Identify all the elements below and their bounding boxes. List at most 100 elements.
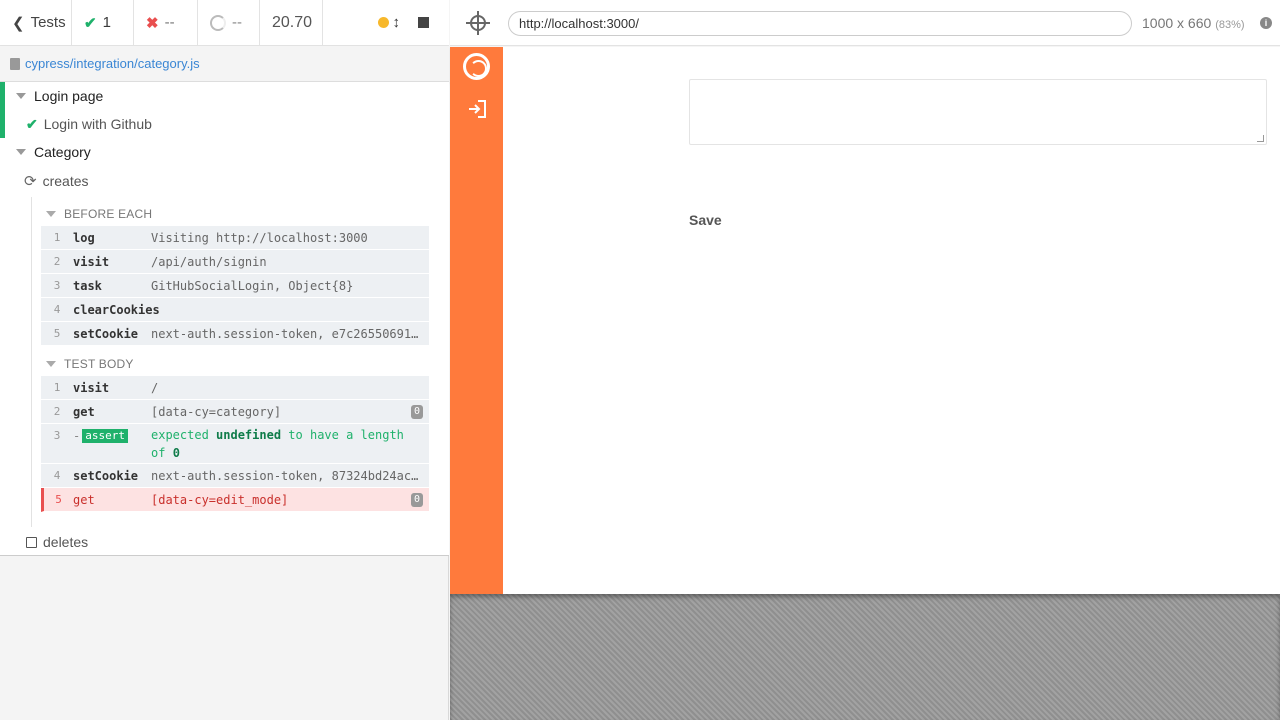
test-deletes[interactable]: deletes <box>26 528 88 556</box>
stats-bar: ❮ Tests ✔ 1 ✖ -- -- 20.70 ↕ <box>0 0 449 46</box>
command-number: 5 <box>55 493 62 506</box>
command-name: get <box>73 492 95 507</box>
command-message: / <box>151 380 159 395</box>
pending-number: -- <box>232 14 242 31</box>
command-number: 4 <box>53 469 61 482</box>
command-number: 1 <box>53 231 61 244</box>
command-name: setCookie <box>73 468 139 483</box>
suite-title: Login page <box>34 88 104 104</box>
caret-down-icon <box>16 93 26 99</box>
element-count-badge: 0 <box>410 404 423 419</box>
test-creates[interactable]: ⟳ creates <box>24 167 89 195</box>
pending-count: -- <box>198 0 260 45</box>
info-icon[interactable]: i <box>1260 17 1272 29</box>
test-title: creates <box>42 173 89 189</box>
passed-number: 1 <box>102 14 111 31</box>
command-row[interactable]: 2 get [data-cy=category] 0 <box>41 400 429 424</box>
running-dot-icon <box>377 17 389 28</box>
duration: 20.70 <box>260 0 323 45</box>
viewport-scale: (83%) <box>1215 19 1245 31</box>
file-icon <box>10 57 20 70</box>
save-button[interactable]: Save <box>689 212 722 228</box>
run-controls: ↕ <box>323 0 449 45</box>
app-textarea[interactable] <box>689 79 1267 145</box>
suite-pass-bar <box>0 82 5 138</box>
failed-number: -- <box>164 14 175 31</box>
test-login-with-github[interactable]: ✔ Login with Github <box>26 110 152 138</box>
command-message: next-auth.session-token, 87324bd24ac… <box>151 468 419 483</box>
command-row[interactable]: 4 clearCookies <box>41 298 429 322</box>
hook-title: BEFORE EACH <box>64 207 153 221</box>
failed-count: ✖ -- <box>134 0 198 45</box>
auto-scroll-toggle[interactable]: ↕ <box>377 14 401 31</box>
command-message: next-auth.session-token, e7c26550691… <box>151 326 419 341</box>
command-row[interactable]: 5 setCookie next-auth.session-token, e7c… <box>41 322 429 346</box>
command-message: [data-cy=category] <box>151 404 282 419</box>
passed-count: ✔ 1 <box>72 0 134 45</box>
command-name: visit <box>73 380 110 395</box>
url-bar: http://localhost:3000/ 1000 x 660 (83%) … <box>450 0 1280 46</box>
indent-line <box>31 197 32 527</box>
command-row[interactable]: 1 visit / <box>41 376 429 400</box>
caret-down-icon <box>46 361 56 367</box>
url-field[interactable]: http://localhost:3000/ <box>508 11 1132 36</box>
command-dash: - <box>73 429 81 443</box>
command-number: 3 <box>53 279 61 292</box>
command-name: visit <box>73 254 110 269</box>
command-number: 3 <box>53 429 61 442</box>
hook-before-each[interactable]: BEFORE EACH <box>46 207 152 221</box>
command-row[interactable]: 2 visit /api/auth/signin <box>41 250 429 274</box>
aut-panel: http://localhost:3000/ 1000 x 660 (83%) … <box>450 0 1280 720</box>
command-message: /api/auth/signin <box>151 254 267 269</box>
app-sidebar <box>450 47 503 594</box>
spiral-logo-icon[interactable] <box>463 53 490 80</box>
command-number: 5 <box>53 327 61 340</box>
hook-test-body[interactable]: TEST BODY <box>46 357 134 371</box>
caret-down-icon <box>16 149 26 155</box>
command-name: task <box>73 278 102 293</box>
reporter-panel: ❮ Tests ✔ 1 ✖ -- -- 20.70 ↕ cypress/inte… <box>0 0 449 720</box>
assert-msg-value: undefined <box>216 428 282 442</box>
x-icon: ✖ <box>146 14 159 32</box>
suite-title: Category <box>34 144 91 160</box>
assert-msg-part: expected <box>151 428 209 442</box>
tests-button[interactable]: ❮ Tests <box>0 0 72 45</box>
command-message: GitHubSocialLogin, Object{8} <box>151 278 354 293</box>
command-number: 4 <box>53 303 61 316</box>
tests-label: Tests <box>30 14 66 31</box>
command-message: [data-cy=edit_mode] <box>151 492 289 507</box>
duration-value: 20.70 <box>272 13 313 31</box>
assert-message: expected undefined to have a length of 0 <box>151 426 429 462</box>
command-name: setCookie <box>73 326 139 341</box>
check-icon: ✔ <box>84 14 97 32</box>
check-icon: ✔ <box>26 115 38 132</box>
test-body-commands: 1 visit / 2 get [data-cy=category] 0 3 -… <box>41 376 429 512</box>
app-under-test: Save <box>450 47 1280 594</box>
url-text: http://localhost:3000/ <box>519 16 639 31</box>
command-number: 2 <box>53 405 61 418</box>
command-row-assert[interactable]: 3 - assert expected undefined to have a … <box>41 424 429 464</box>
before-each-commands: 1 log Visiting http://localhost:3000 2 v… <box>41 226 429 346</box>
suite-login-page[interactable]: Login page <box>16 82 103 110</box>
assert-tag: assert <box>82 429 128 443</box>
command-number: 2 <box>53 255 61 268</box>
command-name: - assert <box>73 429 151 443</box>
runnables-list: Login page ✔ Login with Github Category … <box>0 82 449 556</box>
stop-icon[interactable] <box>418 17 429 28</box>
command-name: get <box>73 404 95 419</box>
spec-file-link[interactable]: cypress/integration/category.js <box>25 56 200 71</box>
arrows-vertical-icon: ↕ <box>392 14 401 31</box>
selector-playground-icon[interactable] <box>466 11 490 35</box>
chevron-left-icon: ❮ <box>12 14 25 32</box>
suite-category[interactable]: Category <box>16 138 91 166</box>
pending-icon <box>210 14 226 31</box>
test-title: deletes <box>43 534 89 550</box>
command-row[interactable]: 3 task GitHubSocialLogin, Object{8} <box>41 274 429 298</box>
command-row[interactable]: 1 log Visiting http://localhost:3000 <box>41 226 429 250</box>
command-message: Visiting http://localhost:3000 <box>151 230 368 245</box>
element-count-badge: 0 <box>410 492 423 507</box>
sign-in-icon[interactable] <box>467 100 487 118</box>
command-name: log <box>73 230 95 245</box>
command-row-failed[interactable]: 5 get [data-cy=edit_mode] 0 <box>41 488 429 512</box>
command-row[interactable]: 4 setCookie next-auth.session-token, 873… <box>41 464 429 488</box>
